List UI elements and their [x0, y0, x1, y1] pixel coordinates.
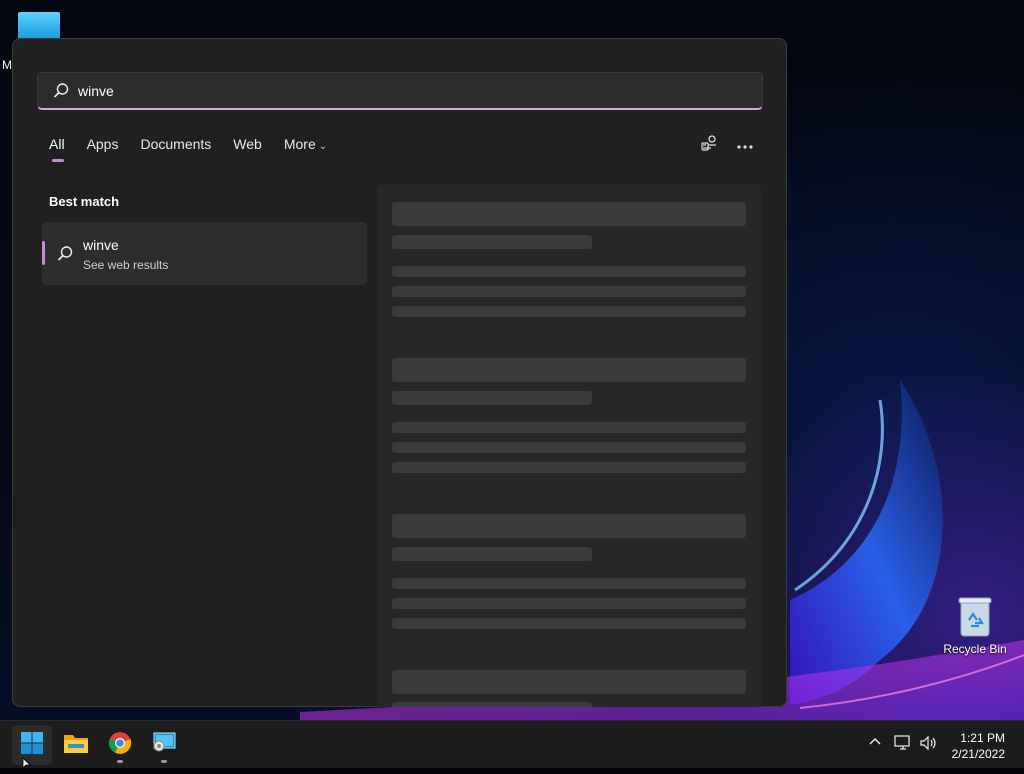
skeleton-line — [392, 442, 746, 453]
chevron-down-icon: ⌄ — [318, 141, 328, 152]
skeleton-line — [392, 702, 592, 707]
search-box[interactable] — [37, 72, 763, 110]
selection-indicator — [42, 241, 45, 265]
tab-more-label: More — [283, 136, 316, 152]
file-explorer-icon — [63, 732, 89, 759]
skeleton-line — [392, 547, 592, 561]
desktop-icon-label-partial: M — [2, 58, 12, 72]
clock-date: 2/21/2022 — [951, 747, 1005, 761]
more-options-button[interactable] — [734, 134, 756, 156]
skeleton-line — [392, 202, 746, 226]
taskbar-clock[interactable]: 1:21 PM 2/21/2022 — [952, 730, 1005, 762]
tab-documents[interactable]: Documents — [140, 136, 211, 152]
tab-more[interactable]: More ⌄ — [284, 136, 327, 152]
filter-tabs: All Apps Documents Web More ⌄ — [49, 136, 349, 162]
skeleton-line — [392, 235, 592, 249]
skeleton-line — [392, 266, 746, 277]
preview-pane-loading — [377, 184, 761, 707]
search-icon — [52, 82, 70, 100]
skeleton-line — [392, 598, 746, 609]
chrome-button[interactable] — [100, 725, 140, 765]
desktop-icon-partial[interactable] — [18, 12, 60, 40]
skeleton-line — [392, 391, 592, 405]
accounts-switch-icon — [700, 134, 718, 157]
skeleton-line — [392, 462, 746, 473]
accounts-switch-button[interactable] — [698, 134, 720, 156]
file-explorer-button[interactable] — [56, 725, 96, 765]
control-panel-icon — [151, 731, 177, 760]
chevron-up-icon[interactable] — [868, 735, 882, 754]
skeleton-line — [392, 670, 746, 694]
more-options-icon — [737, 136, 753, 154]
running-indicator — [161, 760, 167, 763]
clock-time: 1:21 PM — [960, 731, 1005, 745]
skeleton-line — [392, 358, 746, 382]
volume-icon[interactable] — [919, 735, 937, 756]
best-match-heading: Best match — [49, 194, 120, 209]
result-subtitle: See web results — [83, 258, 169, 272]
running-indicator — [117, 760, 123, 763]
skeleton-line — [392, 514, 746, 538]
search-panel: All Apps Documents Web More⌄ Best match … — [12, 38, 787, 707]
skeleton-line — [392, 578, 746, 589]
result-title: winve — [83, 237, 119, 253]
chrome-icon — [108, 731, 132, 760]
tab-web[interactable]: Web — [233, 136, 262, 152]
skeleton-line — [392, 306, 746, 317]
skeleton-line — [392, 618, 746, 629]
skeleton-line — [392, 422, 746, 433]
tab-apps[interactable]: Apps — [87, 136, 119, 152]
tab-all[interactable]: All — [49, 136, 65, 162]
web-search-icon — [56, 245, 74, 263]
search-input[interactable] — [78, 82, 678, 99]
recycle-bin-icon — [958, 596, 992, 638]
network-icon[interactable] — [894, 735, 912, 756]
best-match-result[interactable]: winve See web results — [42, 222, 367, 285]
recycle-bin-shortcut[interactable]: Recycle Bin — [938, 596, 1012, 656]
recycle-bin-label: Recycle Bin — [943, 642, 1007, 656]
skeleton-line — [392, 286, 746, 297]
control-panel-button[interactable] — [144, 725, 184, 765]
mouse-cursor — [22, 756, 32, 774]
taskbar: 1:21 PM 2/21/2022 — [0, 720, 1024, 768]
start-button[interactable] — [12, 725, 52, 765]
